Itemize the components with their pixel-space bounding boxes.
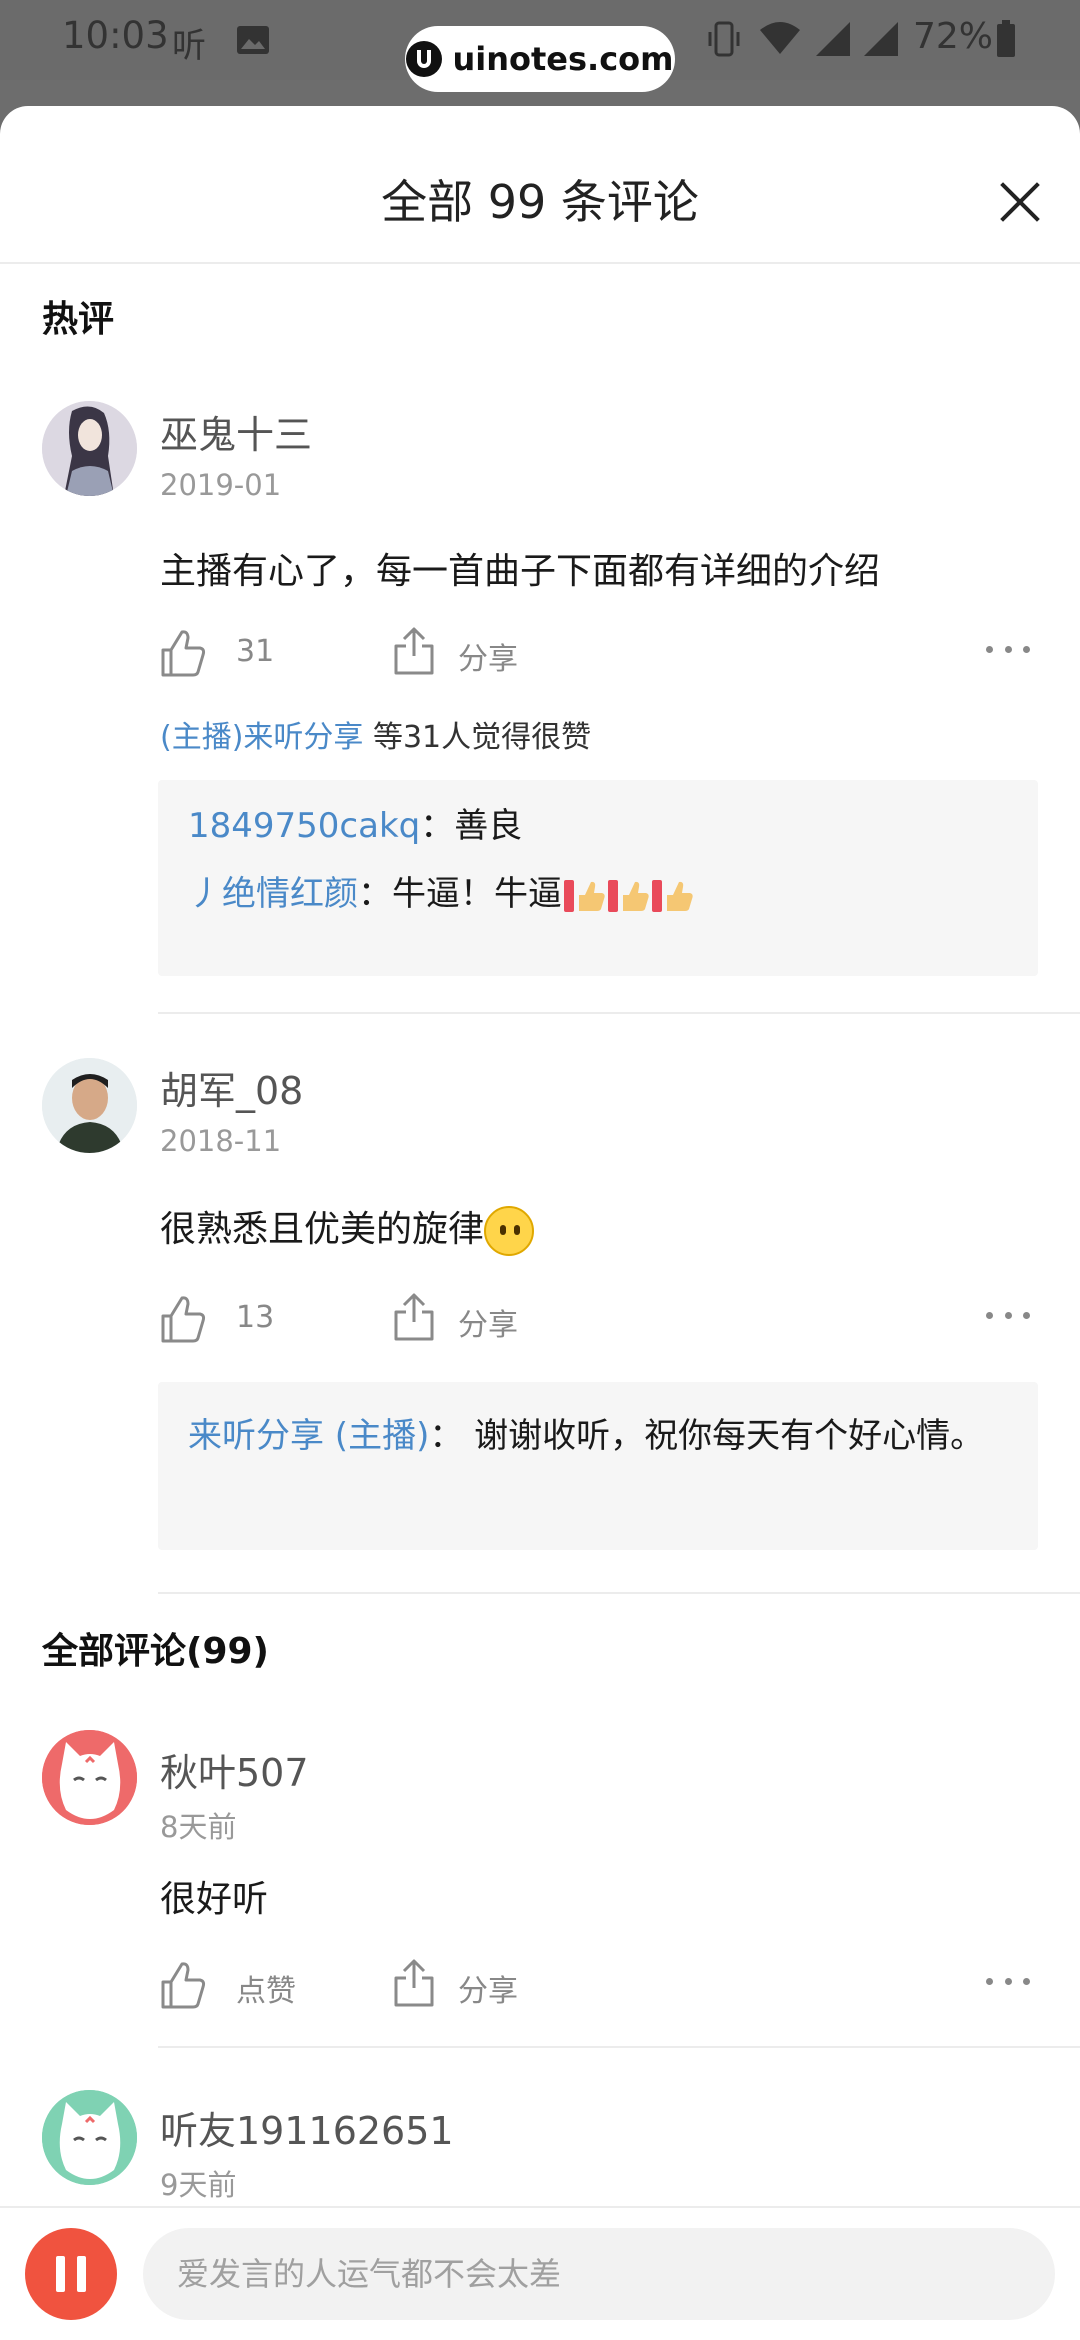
share-button[interactable]: 分享 [458,1966,518,2010]
reply-item: 丿绝情红颜：牛逼！牛逼 [188,868,1008,920]
replies-box: 来听分享 (主播)： 谢谢收听，祝你每天有个好心情。 [158,1382,1038,1550]
comment-username[interactable]: 秋叶507 [160,1742,309,1797]
more-options-icon[interactable] [986,646,1030,656]
comment-input[interactable] [143,2228,1055,2320]
avatar[interactable] [42,401,137,496]
red-bar-icon [652,879,662,912]
like-icon[interactable] [160,628,206,678]
like-count: 31 [236,634,275,669]
reply-separator: ： [420,806,455,846]
battery-percent: 72% [913,16,994,57]
like-button-label[interactable]: 点赞 [236,1966,296,2010]
wifi-icon [758,20,802,60]
comment-actions: 13 分享 [160,1290,1030,1350]
reply-username[interactable]: 1849750cakq [188,806,420,846]
replies-box: 1849750cakq：善良 丿绝情红颜：牛逼！牛逼 [158,780,1038,976]
divider [158,2046,1080,2048]
comment-date: 8天前 [160,1810,237,1844]
comment-text: 很好听 [160,1879,269,1920]
bottom-bar [0,2206,1080,2340]
comments-sheet: 全部 99 条评论 热评 巫鬼十三 2019-01 主播有心了，每一首曲子下面都… [0,106,1080,2340]
sheet-title: 全部 99 条评论 [381,175,699,229]
thumbs-up-emoji-icon [579,881,605,911]
like-icon[interactable] [160,1294,206,1344]
vibrate-icon [706,20,742,60]
liked-by-suffix: 等31人觉得很赞 [363,720,592,755]
comment-username[interactable]: 巫鬼十三 [160,404,312,459]
like-count: 13 [236,1300,275,1335]
thumbs-up-emoji-icon [623,881,649,911]
share-button[interactable]: 分享 [458,634,518,678]
comment-date: 9天前 [160,2168,237,2202]
avatar[interactable] [42,1058,137,1153]
reply-username[interactable]: 来听分享 (主播) [188,1416,429,1456]
liked-by-user-link[interactable]: (主播)来听分享 [160,720,363,755]
status-time: 10:03 [62,14,169,57]
red-bar-icon [564,879,574,912]
pause-icon-bar [56,2256,65,2292]
image-notification-icon [236,24,270,64]
watermark-text: uinotes.com [452,40,674,78]
comment-username[interactable]: 胡军_08 [160,1060,303,1115]
close-icon[interactable] [990,172,1050,232]
avatar[interactable] [42,1730,137,1825]
watermark-logo-icon [406,41,443,77]
share-icon[interactable] [392,626,436,676]
share-icon[interactable] [392,1292,436,1342]
pause-button[interactable] [25,2228,117,2320]
comment-text-content: 很熟悉且优美的旋律 [160,1209,485,1250]
signal-icon [812,20,852,60]
sheet-header: 全部 99 条评论 [0,106,1080,264]
watermark-badge: uinotes.com [405,26,675,92]
signal-icon-2 [860,20,900,60]
more-options-icon[interactable] [986,1312,1030,1322]
battery-icon [996,20,1016,60]
comment-username[interactable]: 听友191162651 [160,2100,454,2155]
more-options-icon[interactable] [986,1978,1030,1988]
app-notification-icon: 听 [172,26,206,66]
reply-text: 善良 [454,806,523,846]
red-bar-icon [608,879,618,912]
reply-text: 牛逼！牛逼 [392,874,562,914]
reply-separator: ： [429,1416,475,1456]
reply-item: 1849750cakq：善良 [188,800,1008,852]
divider [158,1012,1080,1014]
reply-text: 谢谢收听，祝你每天有个好心情。 [474,1416,985,1456]
comment-text: 很熟悉且优美的旋律 [160,1200,535,1256]
comment-actions: 点赞 分享 [160,1956,1030,2016]
divider [158,1592,1080,1594]
like-icon[interactable] [160,1960,206,2010]
share-button[interactable]: 分享 [458,1300,518,1344]
pause-icon-bar [77,2256,86,2292]
reply-item: 来听分享 (主播)： 谢谢收听，祝你每天有个好心情。 [188,1410,1008,1462]
all-comments-heading: 全部评论(99) [42,1631,270,1672]
reply-username[interactable]: 丿绝情红颜 [188,874,358,914]
smiley-emoji-icon [484,1206,535,1256]
comment-date: 2019-01 [160,468,282,502]
reply-separator: ： [358,874,392,914]
share-icon[interactable] [392,1958,436,2008]
hot-comments-heading: 热评 [42,299,115,340]
comment-actions: 31 分享 [160,624,1030,684]
liked-by-text: (主播)来听分享 等31人觉得很赞 [160,712,591,756]
avatar[interactable] [42,2090,137,2185]
thumbs-up-emoji-icon [667,881,693,911]
comment-date: 2018-11 [160,1124,282,1158]
comment-text: 主播有心了，每一首曲子下面都有详细的介绍 [160,551,881,592]
